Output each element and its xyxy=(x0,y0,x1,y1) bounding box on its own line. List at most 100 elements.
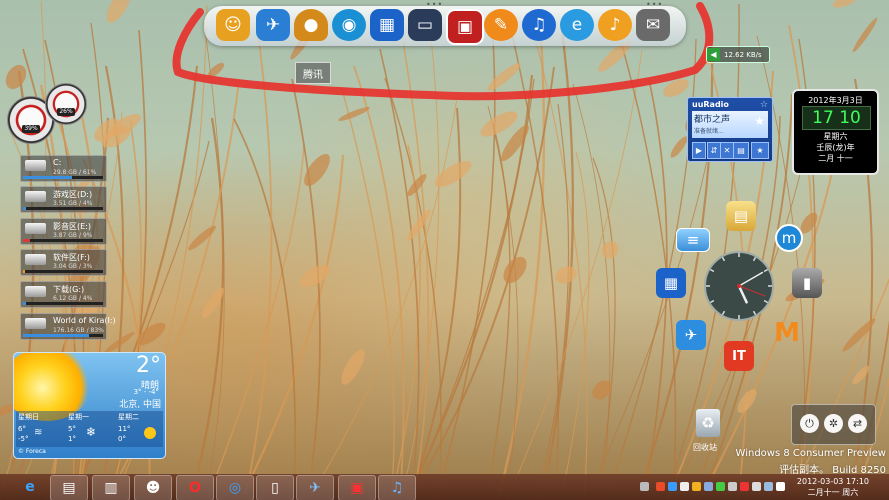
headphones-icon[interactable]: ♪ xyxy=(598,9,632,41)
play-button[interactable]: ▶ xyxy=(692,142,706,159)
memory-gauge[interactable]: 26% xyxy=(45,83,87,125)
film-frame-icon[interactable]: ▣ xyxy=(338,475,376,500)
hard-disk-icon xyxy=(25,191,46,202)
taskbar: e ▤ ▥ ☻ O ◎ ▯ ✈ ▣ ♫ 2012-03-03 17:10 二月十… xyxy=(0,474,889,500)
maxthon-icon[interactable]: m xyxy=(775,224,803,252)
ie-icon[interactable]: e xyxy=(560,9,594,41)
list-button[interactable]: ▤ xyxy=(733,142,749,159)
magnifier-icon[interactable]: ◉ xyxy=(332,9,366,41)
weather-widget[interactable]: 2° 晴朗 3° - -4° 北京, 中国 星期日 6° -5° ≋ 星期一 5… xyxy=(13,352,166,459)
drive-d[interactable]: 游戏区(D:) 3.51 GB / 4% xyxy=(20,186,107,213)
dock-indicator: ••• xyxy=(426,0,444,9)
weather-range: 3° - -4° xyxy=(133,388,159,396)
drive-f[interactable]: 软件区(F:) 3.04 GB / 3% xyxy=(20,249,107,276)
drive-size: 3.04 GB / 3% xyxy=(53,263,93,270)
tray-icon[interactable] xyxy=(764,482,773,491)
forecast-day: 星期日 xyxy=(18,413,39,421)
forecast-high: 5° xyxy=(68,425,76,433)
radio-display: 都市之声 准备就绪... ★ xyxy=(692,111,768,138)
favorite-button[interactable]: ★ xyxy=(751,142,769,159)
drive-e[interactable]: 影音区(E:) 3.87 GB / 9% xyxy=(20,218,107,245)
drive-usage-bar xyxy=(23,207,103,210)
network-speed-widget[interactable]: ◀ 12.62 KB/s xyxy=(706,46,770,63)
blue-bird-icon[interactable]: ✈ xyxy=(256,9,290,41)
hard-disk-icon xyxy=(25,286,46,297)
drive-i[interactable]: World of Kira(I:) 176.16 GB / 83% xyxy=(20,313,116,340)
drive-name: World of Kira(I:) xyxy=(53,316,116,325)
volume-button[interactable]: ⇵ xyxy=(707,142,721,159)
mute-button[interactable]: ✕ xyxy=(720,142,734,159)
radio-status: 准备就绪... xyxy=(694,128,724,135)
sun-small-icon xyxy=(144,427,156,439)
drive-size: 3.87 GB / 9% xyxy=(53,232,93,239)
calendar-widget[interactable]: 2012年3月3日 17 10 星期六 壬辰(龙)年 二月 十一 xyxy=(792,89,879,175)
network-card-icon[interactable]: ≡ xyxy=(676,228,710,252)
arrow-icon: ◀ xyxy=(707,48,720,61)
tray-icon[interactable] xyxy=(716,482,725,491)
hard-disk-icon xyxy=(25,318,46,329)
tray-icon[interactable] xyxy=(692,482,701,491)
drive-usage-fill xyxy=(23,270,26,273)
tray-icon[interactable] xyxy=(704,482,713,491)
tray-icon[interactable] xyxy=(776,482,785,491)
taskbar-clock-lunar: 二月十一 周六 xyxy=(807,488,859,497)
drive-g[interactable]: 下载(G:) 6.12 GB / 4% xyxy=(20,281,107,308)
settings-button[interactable]: ✲ xyxy=(824,414,843,433)
tray-icon[interactable] xyxy=(640,482,649,491)
dock-indicator: ••• xyxy=(646,0,664,9)
drive-size: 29.8 GB / 61% xyxy=(53,169,97,176)
recycle-bin-label: 回收站 xyxy=(693,443,717,452)
document-icon[interactable]: ▯ xyxy=(256,475,294,500)
switch-button[interactable]: ⇄ xyxy=(848,414,867,433)
tiger-face-icon[interactable]: ☺ xyxy=(216,9,250,41)
calendar-lunar-day: 二月 十一 xyxy=(818,154,853,163)
computer-icon[interactable]: ▮ xyxy=(792,268,822,298)
books-icon[interactable]: ▥ xyxy=(92,475,130,500)
drive-usage-bar xyxy=(23,239,103,242)
ie-icon[interactable]: e xyxy=(12,475,48,499)
tiles-icon[interactable]: ▦ xyxy=(656,268,686,298)
tray-icon[interactable] xyxy=(680,482,689,491)
calendar-time: 17 10 xyxy=(802,106,871,130)
weather-location: 北京, 中国 xyxy=(119,400,161,410)
tray-icon[interactable] xyxy=(728,482,737,491)
tray-icon[interactable] xyxy=(668,482,677,491)
music-note-icon[interactable]: ♫ xyxy=(522,9,556,41)
music-note-icon[interactable]: ♫ xyxy=(378,475,416,500)
recycle-bin-icon[interactable]: ♻ xyxy=(696,409,720,437)
opera-icon[interactable]: O xyxy=(176,475,214,500)
drive-name: 影音区(E:) xyxy=(53,222,91,231)
power-button[interactable]: ⏻ xyxy=(800,414,819,433)
drive-size: 3.51 GB / 4% xyxy=(53,200,93,207)
chat-bubble-icon[interactable]: ✎ xyxy=(484,9,518,41)
tray-icon[interactable] xyxy=(656,482,665,491)
quick-control-panel: ⏻ ✲ ⇄ xyxy=(791,404,876,445)
radio-logo: uuRadio xyxy=(692,100,729,109)
drive-usage-bar xyxy=(23,302,103,305)
blue-bird-icon[interactable]: ✈ xyxy=(296,475,334,500)
snow-icon: ❄ xyxy=(86,425,97,439)
taskbar-clock[interactable]: 2012-03-03 17:10 二月十一 周六 xyxy=(797,476,869,498)
mushroom-icon[interactable]: ● xyxy=(294,9,328,41)
maxthon-icon[interactable]: ◎ xyxy=(216,475,254,500)
star-icon[interactable]: ☆ xyxy=(760,100,768,110)
blue-bird-icon[interactable]: ✈ xyxy=(676,320,706,350)
ithome-icon[interactable]: IT xyxy=(724,341,754,371)
calendar-weekday: 星期六 xyxy=(823,132,848,141)
forecast-day: 星期一 xyxy=(68,413,89,421)
radio-widget[interactable]: uuRadio ☆ 都市之声 准备就绪... ★ ▶ ⇵ ✕ ▤ ★ xyxy=(687,97,773,162)
tray-icon[interactable] xyxy=(740,482,749,491)
monitor-icon[interactable]: ▭ xyxy=(408,9,442,41)
drive-c[interactable]: C: 29.8 GB / 61% xyxy=(20,155,107,182)
folder-icon[interactable]: ▤ xyxy=(726,201,756,231)
tiles-icon[interactable]: ▦ xyxy=(370,9,404,41)
film-frame-icon[interactable]: ▣ xyxy=(446,9,484,45)
envelope-icon[interactable]: ✉ xyxy=(636,9,670,41)
hard-disk-icon xyxy=(25,160,46,171)
folder-icon[interactable]: ▤ xyxy=(50,475,88,500)
analog-clock[interactable] xyxy=(703,250,775,322)
tray-icon[interactable] xyxy=(752,482,761,491)
m-logo-icon[interactable]: M xyxy=(772,318,802,348)
weather-brand: © Foreca xyxy=(18,448,46,455)
penguin-icon[interactable]: ☻ xyxy=(134,475,172,500)
